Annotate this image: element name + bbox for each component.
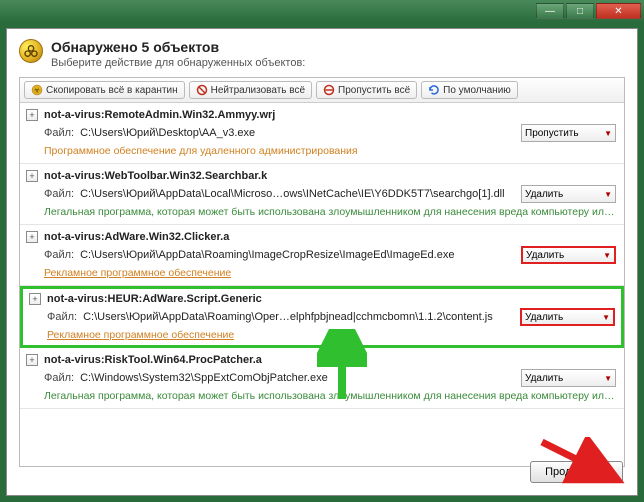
undo-icon xyxy=(428,84,440,96)
chevron-down-icon: ▼ xyxy=(603,251,611,260)
file-path: C:\Windows\System32\SppExtComObjPatcher.… xyxy=(80,372,515,384)
biohazard-small-icon: ☣ xyxy=(31,84,43,96)
dialog-subtitle: Выберите действие для обнаруженных объек… xyxy=(51,57,305,69)
file-label: Файл: xyxy=(44,188,74,200)
action-dropdown-label: Удалить xyxy=(525,312,563,323)
threat-name: not-a-virus:WebToolbar.Win32.Searchbar.k xyxy=(44,170,267,182)
file-path: C:\Users\Юрий\AppData\Roaming\ImageCropR… xyxy=(80,249,515,261)
dialog-title: Обнаружено 5 объектов xyxy=(51,39,305,55)
dialog-body: Обнаружено 5 объектов Выберите действие … xyxy=(6,28,638,496)
threat-description: Рекламное программное обеспечение xyxy=(26,267,616,279)
skip-icon xyxy=(323,84,335,96)
threat-item: + not-a-virus:RiskTool.Win64.ProcPatcher.… xyxy=(20,348,624,409)
file-path: C:\Users\Юрий\AppData\Roaming\Oper…elphf… xyxy=(83,311,514,323)
threat-name: not-a-virus:AdWare.Win32.Clicker.a xyxy=(44,231,229,243)
file-label: Файл: xyxy=(44,249,74,261)
footer: Продолжить xyxy=(530,461,623,483)
chevron-down-icon: ▼ xyxy=(604,374,612,383)
threat-item: + not-a-virus:RemoteAdmin.Win32.Ammyy.wrj… xyxy=(20,103,624,164)
minimize-button[interactable]: — xyxy=(536,3,564,19)
chevron-down-icon: ▼ xyxy=(604,129,612,138)
default-label: По умолчанию xyxy=(443,85,511,96)
action-dropdown-label: Удалить xyxy=(526,250,564,261)
expand-icon[interactable]: + xyxy=(26,354,38,366)
header: Обнаружено 5 объектов Выберите действие … xyxy=(19,39,625,69)
threat-item: + not-a-virus:HEUR:AdWare.Script.Generic Ф… xyxy=(20,286,624,348)
action-dropdown[interactable]: Удалить ▼ xyxy=(520,308,615,326)
content-frame: ☣ Скопировать всё в карантин Нейтрализов… xyxy=(19,77,625,467)
expand-icon[interactable]: + xyxy=(26,170,38,182)
action-dropdown[interactable]: Удалить ▼ xyxy=(521,369,616,387)
file-path: C:\Users\Юрий\Desktop\AA_v3.exe xyxy=(80,127,515,139)
chevron-down-icon: ▼ xyxy=(602,313,610,322)
continue-button[interactable]: Продолжить xyxy=(530,461,623,483)
action-dropdown[interactable]: Удалить ▼ xyxy=(521,246,616,264)
threat-name: not-a-virus:RemoteAdmin.Win32.Ammyy.wrj xyxy=(44,109,275,121)
action-dropdown[interactable]: Пропустить ▼ xyxy=(521,124,616,142)
biohazard-icon xyxy=(19,39,43,63)
no-entry-icon xyxy=(196,84,208,96)
threat-item: + not-a-virus:AdWare.Win32.Clicker.a Файл:… xyxy=(20,225,624,286)
threat-description: Легальная программа, которая может быть … xyxy=(26,206,616,218)
action-dropdown[interactable]: Удалить ▼ xyxy=(521,185,616,203)
neutralize-all-label: Нейтрализовать всё xyxy=(211,85,305,96)
action-dropdown-label: Удалить xyxy=(525,373,563,384)
threat-description: Рекламное программное обеспечение xyxy=(29,329,615,341)
close-button[interactable]: ✕ xyxy=(596,3,641,19)
quarantine-all-label: Скопировать всё в карантин xyxy=(46,85,178,96)
threat-name: not-a-virus:RiskTool.Win64.ProcPatcher.a xyxy=(44,354,262,366)
action-dropdown-label: Пропустить xyxy=(525,128,579,139)
svg-text:☣: ☣ xyxy=(34,87,40,95)
threat-description: Легальная программа, которая может быть … xyxy=(26,390,616,402)
toolbar: ☣ Скопировать всё в карантин Нейтрализов… xyxy=(20,78,624,103)
maximize-button[interactable]: □ xyxy=(566,3,594,19)
chevron-down-icon: ▼ xyxy=(604,190,612,199)
file-label: Файл: xyxy=(47,311,77,323)
expand-icon[interactable]: + xyxy=(26,109,38,121)
quarantine-all-button[interactable]: ☣ Скопировать всё в карантин xyxy=(24,81,185,99)
expand-icon[interactable]: + xyxy=(29,293,41,305)
default-button[interactable]: По умолчанию xyxy=(421,81,518,99)
threat-description: Программное обеспечение для удаленного а… xyxy=(26,145,616,157)
file-label: Файл: xyxy=(44,127,74,139)
expand-icon[interactable]: + xyxy=(26,231,38,243)
file-path: C:\Users\Юрий\AppData\Local\Microso…ows\… xyxy=(80,188,515,200)
skip-all-label: Пропустить всё xyxy=(338,85,410,96)
threat-item: + not-a-virus:WebToolbar.Win32.Searchbar.… xyxy=(20,164,624,225)
neutralize-all-button[interactable]: Нейтрализовать всё xyxy=(189,81,312,99)
file-label: Файл: xyxy=(44,372,74,384)
skip-all-button[interactable]: Пропустить всё xyxy=(316,81,417,99)
action-dropdown-label: Удалить xyxy=(525,189,563,200)
titlebar: — □ ✕ xyxy=(0,0,644,22)
threat-list[interactable]: + not-a-virus:RemoteAdmin.Win32.Ammyy.wrj… xyxy=(20,103,624,466)
threat-name: not-a-virus:HEUR:AdWare.Script.Generic xyxy=(47,293,262,305)
